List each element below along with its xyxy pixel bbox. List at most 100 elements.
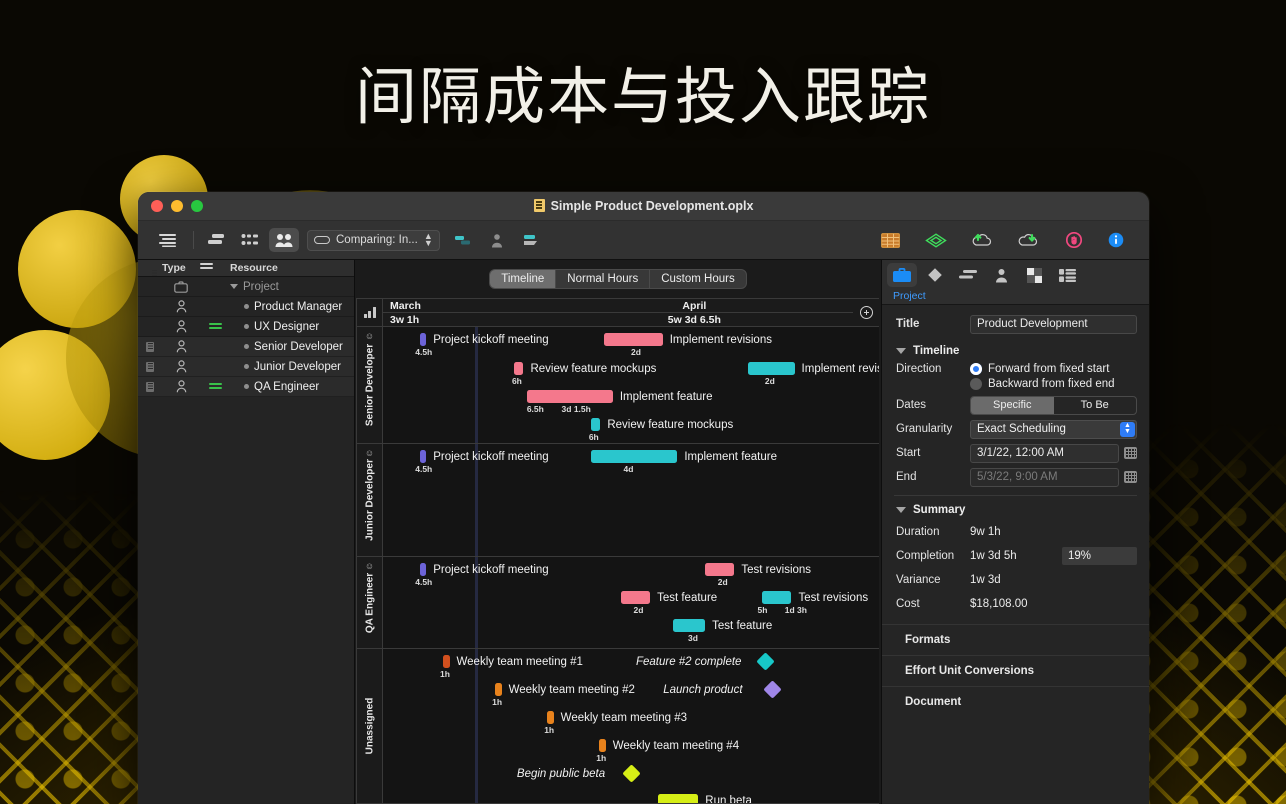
task-label: Implement revisions xyxy=(669,333,772,346)
zoom-to-fit-icon[interactable] xyxy=(853,299,879,326)
outline-row-junior-developer[interactable]: Junior Developer xyxy=(138,357,354,377)
task-inspector-icon[interactable] xyxy=(953,263,983,287)
task-bar[interactable]: Weekly team meeting #1 xyxy=(442,655,583,668)
project-inspector-icon[interactable] xyxy=(887,263,917,287)
disclosure-triangle-icon[interactable] xyxy=(896,348,906,354)
gantt-lane-junior-developer: ☺ Junior Developer Project kickoff meeti… xyxy=(357,444,879,557)
effort-unit-conversions-section-header[interactable]: Effort Unit Conversions xyxy=(882,655,1149,686)
calendar-icon[interactable] xyxy=(1124,471,1137,483)
split-view-icon[interactable] xyxy=(448,228,478,252)
lane-track[interactable]: Project kickoff meeting 4.5h Test revisi… xyxy=(383,557,879,648)
task-bar[interactable]: Implement feature xyxy=(526,390,713,403)
resource-inspector-icon[interactable] xyxy=(986,263,1016,287)
milestone[interactable]: Feature #2 complete xyxy=(636,652,776,671)
task-bar[interactable]: Project kickoff meeting xyxy=(420,450,549,463)
equalize-icon[interactable] xyxy=(200,382,230,391)
direction-radio-group[interactable]: Forward from fixed start Backward from f… xyxy=(970,363,1137,393)
completion-percent-field[interactable]: 19% xyxy=(1062,547,1137,565)
row-doc-icon[interactable] xyxy=(138,341,162,352)
timeline-section-header[interactable]: Timeline xyxy=(882,336,1149,361)
task-bar[interactable]: Test feature xyxy=(673,619,772,632)
tab-timeline[interactable]: Timeline xyxy=(490,270,557,288)
task-bar[interactable]: Project kickoff meeting xyxy=(420,333,549,346)
task-bar[interactable]: Test revisions xyxy=(705,563,811,576)
outline-row-ux-designer[interactable]: UX Designer xyxy=(138,317,354,337)
outline-header-resource[interactable]: Resource xyxy=(230,262,354,274)
milestone[interactable]: Launch product xyxy=(663,680,782,699)
task-bar[interactable]: Weekly team meeting #2 xyxy=(494,683,635,696)
lane-gutter: ☺ Senior Developer xyxy=(357,327,383,443)
radio-forward-from-fixed-start[interactable]: Forward from fixed start xyxy=(970,363,1137,375)
outline-header-type[interactable]: Type xyxy=(162,262,200,274)
formats-section-header[interactable]: Formats xyxy=(882,624,1149,655)
task-bar[interactable]: Weekly team meeting #4 xyxy=(598,739,739,752)
resources-icon[interactable] xyxy=(269,228,299,252)
dates-segmented-control[interactable]: Specific To Be Determined xyxy=(970,395,1137,415)
end-date-input[interactable]: 5/3/22, 9:00 AM xyxy=(970,467,1119,487)
view-mode-segmented-bar: Timeline Normal Hours Custom Hours xyxy=(355,260,881,298)
radio-backward-from-fixed-end[interactable]: Backward from fixed end xyxy=(970,378,1137,390)
task-bar[interactable]: Test feature xyxy=(621,591,717,604)
outline-row-project[interactable]: Project xyxy=(138,277,354,297)
close-button[interactable] xyxy=(151,200,163,212)
comparing-dropdown[interactable]: Comparing: In... ▲ ▼ xyxy=(307,229,440,251)
info-icon[interactable] xyxy=(1101,228,1131,252)
task-duration: 2d xyxy=(717,577,728,587)
task-bar[interactable]: Project kickoff meeting xyxy=(420,563,549,576)
fetch-down-icon[interactable] xyxy=(1013,228,1043,252)
view-list-icon[interactable] xyxy=(152,228,182,252)
calendar-icon[interactable] xyxy=(1124,447,1137,459)
outline-row-qa-engineer[interactable]: QA Engineer xyxy=(138,377,354,397)
granularity-select[interactable]: Exact Scheduling ▲ ▼ xyxy=(970,419,1137,439)
tab-custom-hours[interactable]: Custom Hours xyxy=(650,270,745,288)
level-resources-icon[interactable] xyxy=(516,228,546,252)
start-date-input[interactable]: 3/1/22, 12:00 AM xyxy=(970,443,1119,463)
table-green-icon[interactable] xyxy=(875,228,905,252)
chart-scale-icon[interactable] xyxy=(357,299,383,326)
outline-row-senior-developer[interactable]: Senior Developer xyxy=(138,337,354,357)
summary-section-header[interactable]: Summary xyxy=(882,502,1149,520)
task-bar[interactable]: Review feature mockups xyxy=(514,362,656,375)
equalize-icon[interactable] xyxy=(200,322,230,331)
outline-detail-icon[interactable] xyxy=(235,228,265,252)
task-bar[interactable]: Run beta xyxy=(658,794,752,803)
style-inspector-icon[interactable] xyxy=(1019,263,1049,287)
lane-label: Senior Developer xyxy=(364,343,375,427)
person-icon xyxy=(162,300,200,313)
minimize-button[interactable] xyxy=(171,200,183,212)
task-duration: 3d 1.5h xyxy=(561,404,591,414)
equalize-column-icon[interactable] xyxy=(200,262,230,274)
dates-option-specific[interactable]: Specific xyxy=(971,396,1054,414)
milestone[interactable]: Begin public beta xyxy=(517,764,641,783)
task-bar[interactable]: Implement revisions xyxy=(747,362,879,375)
maximize-button[interactable] xyxy=(191,200,203,212)
lane-track[interactable]: Weekly team meeting #1 1h Feature #2 com… xyxy=(383,649,879,803)
task-bar[interactable]: Review feature mockups xyxy=(591,418,733,431)
tab-normal-hours[interactable]: Normal Hours xyxy=(556,270,651,288)
task-bar[interactable]: Test revisions xyxy=(762,591,868,604)
lane-track[interactable]: Project kickoff meeting 4.5h Implement r… xyxy=(383,327,879,443)
stop-hand-icon[interactable] xyxy=(1059,228,1089,252)
columns-inspector-icon[interactable] xyxy=(1052,263,1082,287)
chevron-updown-icon[interactable]: ▲ ▼ xyxy=(1120,421,1135,437)
lane-track[interactable]: Project kickoff meeting 4.5h Implement f… xyxy=(383,444,879,556)
disclosure-triangle-icon[interactable] xyxy=(896,507,906,513)
task-bar[interactable]: Implement revisions xyxy=(603,333,772,346)
view-mode-segmented-control[interactable]: Timeline Normal Hours Custom Hours xyxy=(489,269,747,289)
title-input[interactable]: Product Development xyxy=(970,314,1137,334)
milestone-inspector-icon[interactable] xyxy=(920,263,950,287)
window-controls[interactable] xyxy=(138,200,203,212)
document-section-header[interactable]: Document xyxy=(882,686,1149,717)
disclosure-triangle-icon[interactable] xyxy=(230,284,238,289)
task-bar[interactable]: Weekly team meeting #3 xyxy=(546,711,687,724)
person-icon[interactable] xyxy=(482,228,512,252)
task-label: Weekly team meeting #1 xyxy=(456,655,583,668)
dates-option-tbd[interactable]: To Be Determined xyxy=(1054,397,1137,414)
network-diagram-icon[interactable] xyxy=(921,228,951,252)
outline-row-product-manager[interactable]: Product Manager xyxy=(138,297,354,317)
task-bar[interactable]: Implement feature xyxy=(591,450,777,463)
group-icon[interactable] xyxy=(201,228,231,252)
row-doc-icon[interactable] xyxy=(138,381,162,392)
publish-up-icon[interactable] xyxy=(967,228,997,252)
row-doc-icon[interactable] xyxy=(138,361,162,372)
